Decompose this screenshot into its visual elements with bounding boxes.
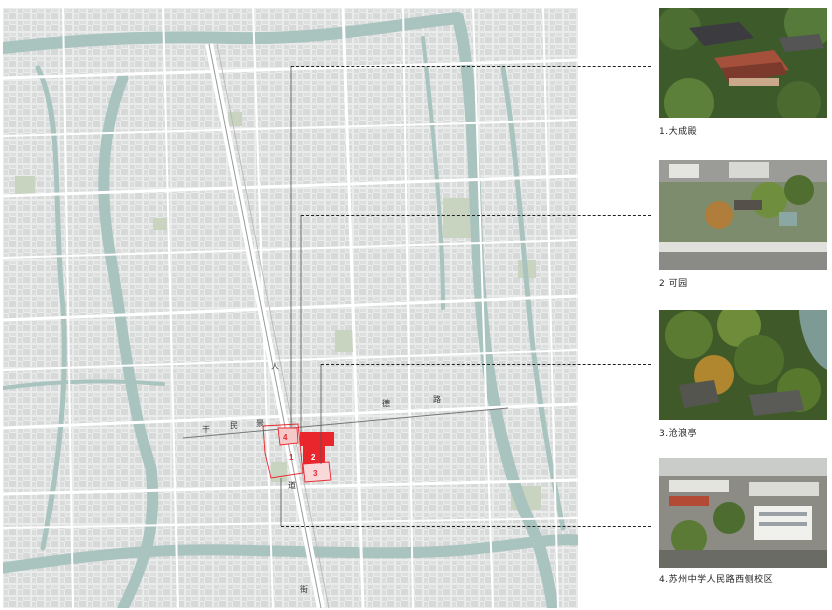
leader-line-1	[291, 66, 651, 67]
street-label-jie: 街	[300, 585, 308, 594]
street-label-jiang: 民	[230, 421, 238, 430]
city-map: 4 1 2 3	[3, 8, 578, 608]
marker-4: 4	[283, 433, 288, 442]
street-label-jing: 景	[256, 419, 264, 428]
leader-line-4	[281, 526, 651, 527]
street-label-de: 德	[382, 399, 390, 408]
garden-aerial-photo	[659, 160, 827, 270]
pavilion-trees-photo	[659, 310, 827, 420]
street-label-gan: 干	[202, 425, 210, 434]
school-campus-photo	[659, 458, 827, 568]
leader-line-2	[301, 215, 651, 216]
temple-roof-photo	[659, 8, 827, 118]
marker-2: 2	[311, 453, 316, 462]
caption-2: 2 可园	[659, 279, 688, 289]
caption-3: 3.沧浪亭	[659, 429, 698, 439]
marker-3: 3	[313, 469, 318, 478]
street-label-dao: 道	[288, 481, 296, 490]
street-label-road: 路	[433, 395, 441, 404]
caption-1: 1.大成殿	[659, 127, 698, 137]
caption-4: 4.苏州中学人民路西侧校区	[659, 575, 774, 585]
street-label-ren: 人	[271, 362, 279, 371]
leader-line-3	[321, 364, 651, 365]
marker-1: 1	[289, 453, 294, 462]
